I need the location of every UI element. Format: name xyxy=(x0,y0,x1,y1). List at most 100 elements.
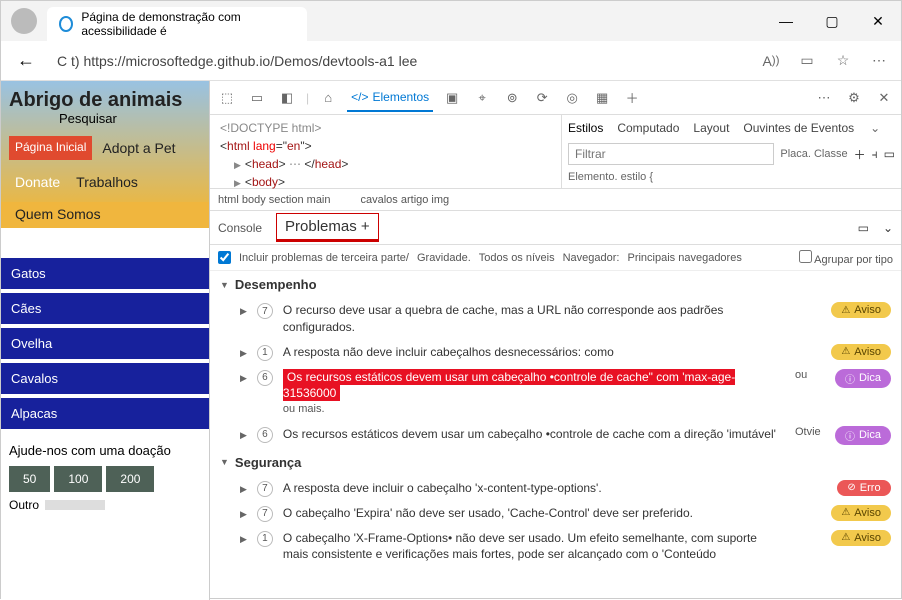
problems-tab[interactable]: Problemas + xyxy=(276,213,379,242)
donate-100[interactable]: 100 xyxy=(54,466,102,492)
nav-donate[interactable]: Donate xyxy=(9,170,66,194)
group-by-type-checkbox[interactable] xyxy=(799,250,812,263)
include-thirdparty-checkbox[interactable] xyxy=(218,251,231,264)
issue-extra: ou mais. xyxy=(283,402,785,417)
add-rule-icon[interactable]: ＋ xyxy=(854,146,866,163)
expand-icon[interactable]: ▶ xyxy=(240,430,247,441)
issue-count: 7 xyxy=(257,481,273,497)
application-icon[interactable]: ▦ xyxy=(591,87,613,109)
error-badge: ⊘Erro xyxy=(837,480,891,496)
drawer-settings-icon[interactable]: ▭ xyxy=(858,221,869,235)
menu-item[interactable]: Gatos xyxy=(1,258,209,289)
donate-200[interactable]: 200 xyxy=(106,466,154,492)
drawer-close-icon[interactable]: ⌄ xyxy=(883,221,893,235)
donate-50[interactable]: 50 xyxy=(9,466,50,492)
issue-row[interactable]: ▶ 6 Os recursos estáticos devem usar um … xyxy=(210,422,901,449)
read-aloud-icon[interactable]: A)) xyxy=(757,47,785,75)
info-icon: ⓘ xyxy=(845,371,855,386)
nav-jobs[interactable]: Trabalhos xyxy=(70,170,144,194)
issue-row[interactable]: ▶ 1 O cabeçalho 'X-Frame-Options• não de… xyxy=(210,526,901,568)
more-tools-icon[interactable]: ⋯ xyxy=(813,87,835,109)
issue-row[interactable]: ▶ 7 O recurso deve usar a quebra de cach… xyxy=(210,298,901,340)
warning-badge: ⚠Aviso xyxy=(831,530,891,546)
issue-row[interactable]: ▶ 7 O cabeçalho 'Expira' não deve ser us… xyxy=(210,501,901,526)
issue-text: O cabeçalho 'Expira' não deve ser usado,… xyxy=(283,505,781,522)
memory-icon[interactable]: ◎ xyxy=(561,87,583,109)
close-devtools-icon[interactable]: ✕ xyxy=(873,87,895,109)
address-bar: ← C t) https://microsoftedge.github.io/D… xyxy=(1,41,901,81)
styles-pane: Estilos Computado Layout Ouvintes de Eve… xyxy=(561,115,901,188)
profile-avatar[interactable] xyxy=(11,8,37,34)
toggle-icon[interactable]: ⫞ xyxy=(872,147,878,162)
settings-icon[interactable]: ⚙ xyxy=(843,87,865,109)
menu-item[interactable]: Ovelha xyxy=(1,328,209,359)
reader-icon[interactable]: ▭ xyxy=(793,47,821,75)
warning-badge: ⚠Aviso xyxy=(831,505,891,521)
expand-icon[interactable]: ▶ xyxy=(240,509,247,520)
include-thirdparty-label: Incluir problemas de terceira parte/ xyxy=(239,252,409,264)
breadcrumb[interactable]: html body section main xyxy=(218,194,331,206)
group-by-type-label: Agrupar por tipo xyxy=(814,254,893,266)
expand-icon[interactable]: ▶ xyxy=(240,348,247,359)
more-icon[interactable]: ⋯ xyxy=(865,47,893,75)
styles-tab[interactable]: Estilos xyxy=(568,121,603,135)
expand-icon[interactable]: ▶ xyxy=(240,534,247,545)
nav-about[interactable]: Quem Somos xyxy=(9,202,107,226)
panel-icon[interactable]: ▭ xyxy=(884,147,895,161)
issue-row[interactable]: ▶ 7 A resposta deve incluir o cabeçalho … xyxy=(210,476,901,501)
placa-label[interactable]: Placa. Classe xyxy=(780,148,847,160)
computed-tab[interactable]: Computado xyxy=(617,121,679,135)
maximize-button[interactable]: ▢ xyxy=(809,1,855,41)
dock-icon[interactable]: ◧ xyxy=(276,87,298,109)
inspect-icon[interactable]: ⬚ xyxy=(216,87,238,109)
category-performance[interactable]: ▼Desempenho xyxy=(210,271,901,298)
favorite-icon[interactable]: ☆ xyxy=(829,47,857,75)
issues-filter-bar: Incluir problemas de terceira parte/ Gra… xyxy=(210,245,901,271)
console-icon[interactable]: ▣ xyxy=(441,87,463,109)
browser-tab[interactable]: Página de demonstração com acessibilidad… xyxy=(47,7,307,41)
outro-input[interactable] xyxy=(45,500,105,510)
issue-text: O cabeçalho 'X-Frame-Options• não deve s… xyxy=(283,530,781,564)
sources-icon[interactable]: ⌖ xyxy=(471,87,493,109)
expand-icon[interactable]: ▶ xyxy=(240,306,247,317)
issue-row[interactable]: ▶ 1 A resposta não deve incluir cabeçalh… xyxy=(210,340,901,365)
menu-item[interactable]: Cavalos xyxy=(1,363,209,394)
issue-row[interactable]: ▶ 6 Os recursos estáticos devem usar um … xyxy=(210,365,901,422)
console-tab[interactable]: Console xyxy=(218,221,262,235)
layout-tab[interactable]: Layout xyxy=(693,121,729,135)
breadcrumb[interactable]: cavalos artigo img xyxy=(361,194,450,206)
network-icon[interactable]: ⊚ xyxy=(501,87,523,109)
donate-label: Ajude-nos com uma doação xyxy=(9,443,201,458)
minimize-button[interactable]: — xyxy=(763,1,809,41)
issue-count: 6 xyxy=(257,370,273,386)
back-button[interactable]: ← xyxy=(9,46,43,75)
issue-extra: Otvie xyxy=(795,426,825,438)
url-field[interactable]: C t) https://microsoftedge.github.io/Dem… xyxy=(51,47,749,75)
dom-tree[interactable]: <!DOCTYPE html> <html lang="en"> ▶<head>… xyxy=(210,115,561,188)
device-icon[interactable]: ▭ xyxy=(246,87,268,109)
issue-count: 1 xyxy=(257,531,273,547)
all-levels-dropdown[interactable]: Todos os níveis xyxy=(479,252,555,264)
menu-item[interactable]: Cães xyxy=(1,293,209,324)
menu-item[interactable]: Alpacas xyxy=(1,398,209,429)
nav-home[interactable]: Página Inicial xyxy=(9,136,92,160)
info-icon: ⓘ xyxy=(845,428,855,443)
welcome-icon[interactable]: ⌂ xyxy=(317,87,339,109)
main-browsers-dropdown[interactable]: Principais navegadores xyxy=(627,252,741,264)
window-titlebar: Página de demonstração com acessibilidad… xyxy=(1,1,901,41)
issue-count: 7 xyxy=(257,303,273,319)
warning-icon: ⚠ xyxy=(841,346,850,357)
nav-adopt[interactable]: Adopt a Pet xyxy=(96,136,181,160)
search-label: Pesquisar xyxy=(59,111,201,126)
performance-icon[interactable]: ⟳ xyxy=(531,87,553,109)
add-tab-icon[interactable]: ＋ xyxy=(621,87,643,109)
elements-tab[interactable]: </>Elementos xyxy=(347,84,433,112)
expand-icon[interactable]: ▶ xyxy=(240,484,247,495)
breadcrumb-bar[interactable]: html body section main cavalos artigo im… xyxy=(210,189,901,211)
styles-filter-input[interactable] xyxy=(568,143,774,165)
chevron-down-icon[interactable]: ⌄ xyxy=(868,121,882,135)
close-button[interactable]: ✕ xyxy=(855,1,901,41)
category-security[interactable]: ▼Segurança xyxy=(210,449,901,476)
expand-icon[interactable]: ▶ xyxy=(240,373,247,384)
listeners-tab[interactable]: Ouvintes de Eventos xyxy=(743,121,854,135)
